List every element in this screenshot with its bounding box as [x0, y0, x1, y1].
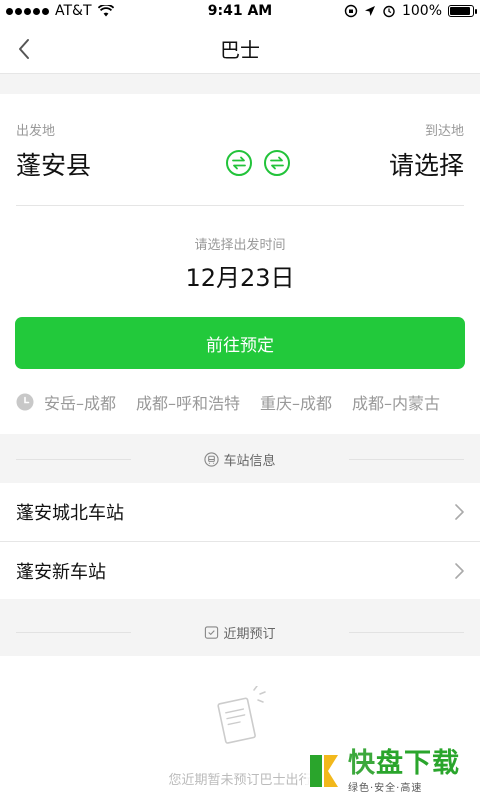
- kuaipan-logo-icon: [310, 755, 338, 787]
- swap-group: [226, 150, 290, 176]
- station-icon: [204, 451, 220, 467]
- section-title-wrap: 车站信息: [204, 450, 276, 469]
- book-button[interactable]: 前往预定: [15, 317, 465, 369]
- page-title: 巴士: [220, 38, 260, 62]
- history-item[interactable]: 成都–呼和浩特: [136, 390, 240, 414]
- departure-label: 出发地: [16, 124, 56, 139]
- battery-label: 100%: [401, 3, 442, 19]
- nav-bar: 巴士: [0, 24, 480, 74]
- stations-section-header: 车站信息: [0, 435, 480, 483]
- history-item[interactable]: 成都–内蒙古: [352, 390, 440, 414]
- watermark-tagline: 绿色·安全·高速: [348, 782, 423, 794]
- arrival-label: 到达地: [424, 124, 464, 139]
- divider: [16, 632, 131, 633]
- history-item[interactable]: 安岳–成都: [44, 390, 116, 414]
- search-history: 安岳–成都 成都–呼和浩特 重庆–成都 成都–内蒙古: [16, 390, 480, 414]
- chevron-right-icon: [455, 563, 464, 579]
- back-button[interactable]: [10, 34, 38, 64]
- station-name: 蓬安新车站: [16, 561, 106, 583]
- swap-icon[interactable]: [264, 150, 290, 176]
- watermark-brand: 快盘下载: [348, 747, 460, 779]
- station-row[interactable]: 蓬安新车站: [0, 541, 480, 599]
- watermark: 快盘下载 绿色·安全·高速: [306, 742, 480, 800]
- divider: [16, 459, 131, 460]
- booking-icon: [205, 625, 219, 639]
- chevron-left-icon: [19, 39, 29, 59]
- status-right: 100%: [344, 3, 477, 19]
- arrival-city-select[interactable]: 请选择: [389, 146, 464, 182]
- chevron-right-icon: [455, 504, 464, 520]
- station-name: 蓬安城北车站: [16, 503, 124, 524]
- trip-panel: 出发地 到达地 蓬安县 请选择 请选择出发时间 12月23日 前往预定 安岳–成…: [0, 94, 480, 434]
- location-icon: [364, 6, 375, 16]
- swap-icon[interactable]: [226, 150, 252, 176]
- station-row[interactable]: 蓬安城北车站: [0, 483, 480, 541]
- departure-date[interactable]: 12月23日: [0, 258, 480, 293]
- departure-city[interactable]: 蓬安县: [16, 146, 91, 182]
- section-title: 近期预订: [223, 626, 276, 642]
- status-bar: AT&T 9:41 AM 100%: [0, 0, 480, 24]
- section-title-wrap: 近期预订: [204, 623, 276, 642]
- clock-icon: [16, 393, 34, 411]
- divider: [16, 205, 464, 206]
- divider: [349, 459, 464, 460]
- section-title: 车站信息: [223, 453, 276, 469]
- station-list: 蓬安城北车站 蓬安新车站: [0, 483, 480, 599]
- battery-icon: [448, 5, 477, 17]
- alarm-icon: [383, 5, 395, 18]
- history-item[interactable]: 重庆–成都: [260, 390, 332, 414]
- recent-section-header: 近期预订: [0, 608, 480, 656]
- orientation-lock-icon: [344, 4, 358, 18]
- date-label: 请选择出发时间: [194, 238, 286, 253]
- empty-ticket-icon: [217, 686, 266, 744]
- watermark-text: 快盘下载 绿色·安全·高速: [348, 747, 460, 794]
- divider: [349, 632, 464, 633]
